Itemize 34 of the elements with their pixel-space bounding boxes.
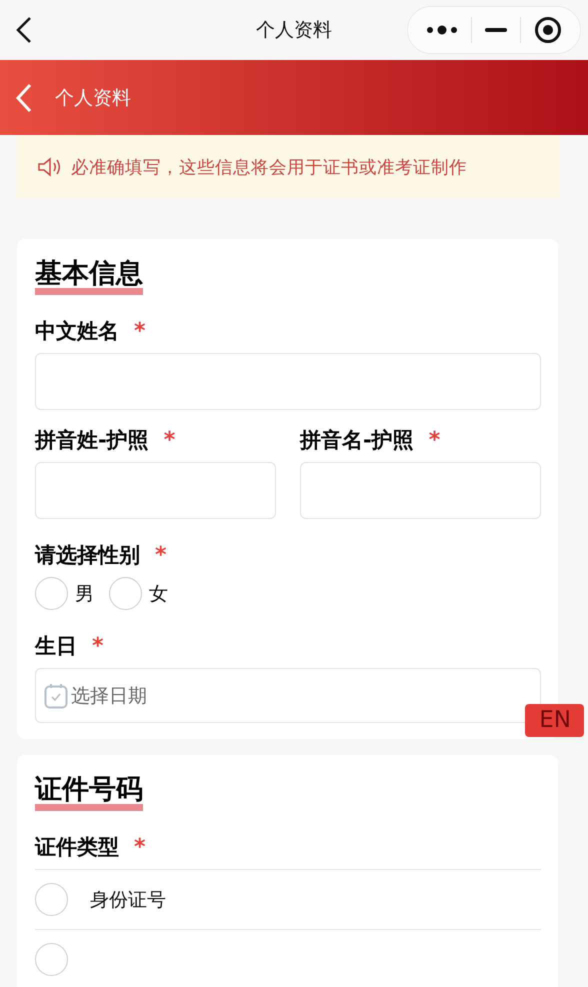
input-field[interactable] <box>300 462 541 519</box>
required-mark: * <box>92 634 104 658</box>
radio-label[interactable]: 女 <box>149 580 168 606</box>
required-mark: * <box>155 542 167 568</box>
more-icon[interactable] <box>426 24 458 36</box>
radio-button[interactable] <box>35 943 68 976</box>
radio-button[interactable] <box>35 577 68 610</box>
radio-button[interactable] <box>109 577 142 610</box>
calendar-icon <box>44 682 68 708</box>
input-field[interactable] <box>35 353 541 410</box>
radio-button[interactable] <box>35 883 68 916</box>
field-label: 请选择性别 <box>35 542 140 569</box>
field-label: 证件类型 <box>35 834 119 861</box>
field-label: 中文姓名 <box>35 318 119 345</box>
page-title: 个人资料 <box>255 18 333 43</box>
radio-label[interactable]: 男 <box>75 580 94 606</box>
back-icon[interactable] <box>15 16 33 44</box>
input-field[interactable] <box>35 462 276 519</box>
field-label: 生日 <box>35 633 77 660</box>
header-title: 个人资料 <box>55 86 131 110</box>
minimize-icon[interactable] <box>484 28 507 32</box>
field-label: 拼音姓-护照 <box>35 427 149 454</box>
date-field[interactable]: 选择日期 <box>35 668 541 723</box>
close-icon[interactable] <box>534 16 562 44</box>
section-title: 基本信息 <box>35 257 143 295</box>
speaker-icon <box>37 156 63 176</box>
notice-text: 必准确填写，这些信息将会用于证书或准考证制作 <box>71 156 467 178</box>
required-mark: * <box>428 428 440 452</box>
section-title: 证件号码 <box>35 773 143 811</box>
required-mark: * <box>134 834 146 860</box>
option-label[interactable]: 身份证号 <box>90 886 166 912</box>
field-label: 拼音名-护照 <box>300 427 414 454</box>
required-mark: * <box>164 428 176 452</box>
required-mark: * <box>134 318 146 344</box>
